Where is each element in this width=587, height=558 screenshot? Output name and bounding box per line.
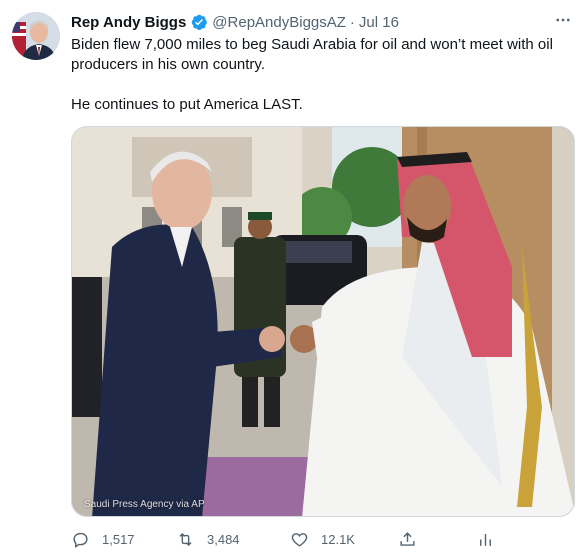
like-icon (290, 530, 309, 549)
share-button[interactable] (398, 527, 417, 551)
analytics-icon (476, 530, 495, 549)
reply-count: 1,517 (102, 531, 135, 547)
reply-button[interactable]: 1,517 (71, 527, 135, 551)
author-handle[interactable]: @RepAndyBiggsAZ (212, 14, 346, 31)
tweet-text-paragraph-2: He continues to put America LAST. (71, 96, 303, 113)
author-name[interactable]: Rep Andy Biggs (71, 14, 186, 31)
like-button[interactable]: 12.1K (290, 527, 355, 551)
tweet-header: Rep Andy Biggs @RepAndyBiggsAZ · Jul 16 (71, 12, 399, 32)
more-options-icon[interactable] (553, 10, 573, 30)
photo-illustration (72, 127, 574, 516)
tweet-date[interactable]: Jul 16 (359, 14, 399, 31)
share-icon (398, 530, 417, 549)
retweet-button[interactable]: 3,484 (176, 527, 240, 551)
tweet-actions: 1,517 3,484 12.1K (71, 527, 571, 551)
separator-dot: · (349, 13, 355, 31)
tweet-text-paragraph-1: Biden flew 7,000 miles to beg Saudi Arab… (71, 36, 553, 73)
avatar[interactable] (12, 12, 60, 60)
reply-icon (71, 530, 90, 549)
photo-credit: Saudi Press Agency via AP (84, 499, 205, 510)
verified-badge-icon (190, 13, 208, 31)
tweet-photo[interactable]: Saudi Press Agency via AP (71, 126, 575, 517)
analytics-button[interactable] (476, 527, 495, 551)
like-count: 12.1K (321, 531, 355, 547)
retweet-count: 3,484 (207, 531, 240, 547)
tweet-text: Biden flew 7,000 miles to beg Saudi Arab… (71, 35, 571, 115)
retweet-icon (176, 530, 195, 549)
